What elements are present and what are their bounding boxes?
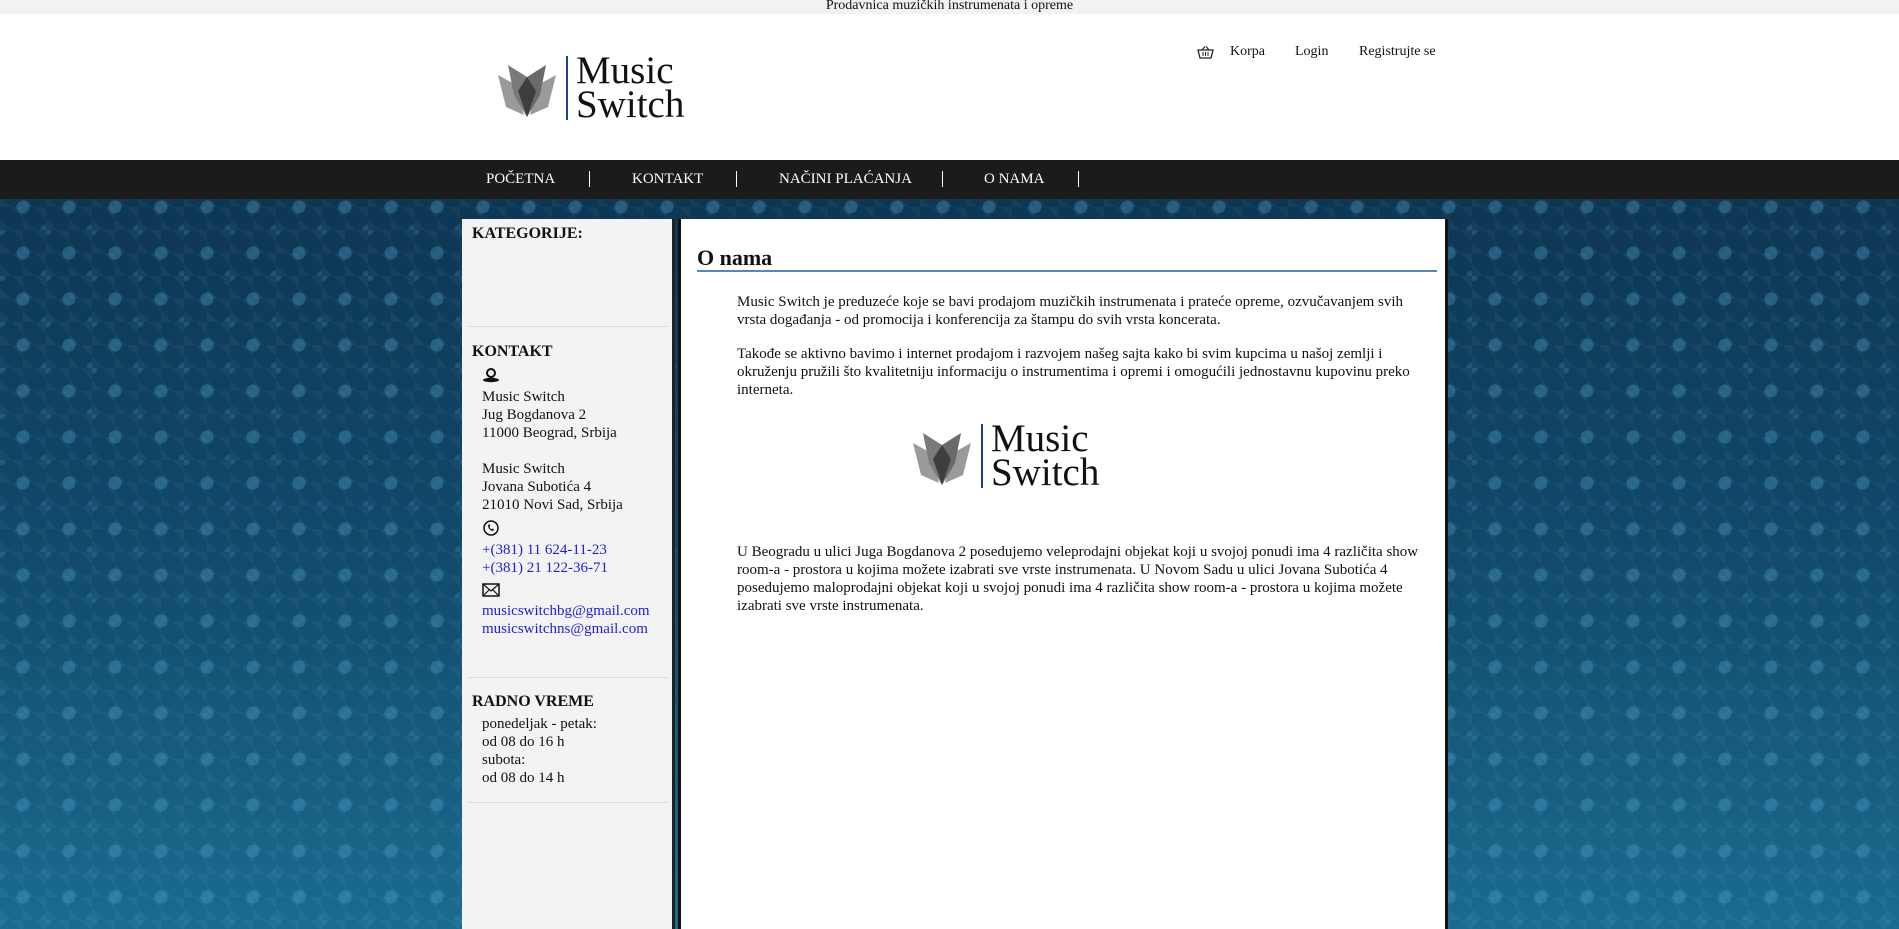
logo-line2: Switch — [991, 451, 1100, 494]
nav-separator — [736, 171, 737, 187]
envelope-icon — [482, 583, 500, 597]
nav-item-payment[interactable]: NAČINI PLAĆANJA — [779, 171, 912, 188]
main-nav: POČETNA KONTAKT NAČINI PLAĆANJA O NAMA — [0, 160, 1899, 199]
location-pin-icon — [483, 368, 499, 383]
logo-divider — [981, 424, 983, 488]
contact-title: KONTAKT — [472, 343, 553, 360]
hours-line: subota: — [482, 752, 526, 768]
categories-title: KATEGORIJE: — [472, 225, 583, 242]
nav-separator — [942, 171, 943, 187]
phone-icon — [483, 520, 499, 536]
content-logo: Music Switch — [909, 419, 1100, 494]
logo-text: Music Switch — [576, 51, 685, 126]
logo-text: Music Switch — [991, 419, 1100, 494]
contact-block: KONTAKT Music Switch Jug Bogdanova 2 110… — [472, 343, 668, 638]
page-title: O nama — [697, 245, 773, 270]
hours-line: od 08 do 14 h — [482, 770, 565, 786]
site-header: Music Switch Korpa Login Registrujte se — [0, 14, 1899, 160]
email-link[interactable]: musicswitchns@gmail.com — [482, 620, 668, 638]
nav-item-home[interactable]: POČETNA — [486, 171, 555, 188]
cart-link[interactable]: Korpa — [1230, 44, 1265, 60]
site-tagline: Prodavnica muzičkih instrumenata i oprem… — [825, 0, 1074, 13]
sidebar-divider — [468, 677, 668, 678]
main-content: O nama Music Switch je preduzeće koje se… — [678, 219, 1448, 929]
lotus-logo-icon — [498, 65, 556, 117]
title-underline — [697, 270, 1437, 272]
sidebar-divider — [468, 802, 668, 803]
address1-line: 11000 Beograd, Srbija — [482, 425, 617, 441]
sidebar-divider — [468, 326, 668, 327]
logo-divider — [566, 56, 568, 120]
about-paragraph-2: Takođe se aktivno bavimo i internet prod… — [737, 346, 1410, 398]
about-paragraph-1: Music Switch je preduzeće koje se bavi p… — [737, 294, 1404, 328]
nav-separator — [589, 171, 590, 187]
address2-line: Jovana Subotića 4 — [482, 479, 592, 495]
address2-line: 21010 Novi Sad, Srbija — [482, 497, 623, 513]
logo-line2: Switch — [576, 83, 685, 126]
site-logo[interactable]: Music Switch — [494, 51, 685, 126]
address2-line: Music Switch — [482, 461, 565, 477]
nav-item-contact[interactable]: KONTAKT — [632, 171, 703, 188]
email-link[interactable]: musicswitchbg@gmail.com — [482, 602, 668, 620]
about-paragraph-3: U Beogradu u ulici Juga Bogdanova 2 pose… — [737, 544, 1419, 614]
top-banner: Prodavnica muzičkih instrumenata i oprem… — [0, 0, 1899, 14]
hours-line: ponedeljak - petak: — [482, 716, 597, 732]
sidebar: KATEGORIJE: KONTAKT Music Switch Jug Bog… — [462, 219, 675, 929]
nav-separator — [1078, 171, 1079, 187]
phone-link[interactable]: +(381) 21 122-36-71 — [482, 559, 668, 577]
register-link[interactable]: Registrujte se — [1359, 44, 1436, 60]
lotus-logo-icon — [913, 433, 971, 485]
hours-title: RADNO VREME — [472, 693, 594, 710]
hours-block: RADNO VREME ponedeljak - petak: od 08 do… — [472, 693, 668, 787]
phone-link[interactable]: +(381) 11 624-11-23 — [482, 541, 668, 559]
basket-icon[interactable] — [1197, 46, 1214, 59]
address1-line: Jug Bogdanova 2 — [482, 407, 587, 423]
categories-block: KATEGORIJE: — [472, 225, 668, 243]
login-link[interactable]: Login — [1295, 44, 1328, 60]
address1-line: Music Switch — [482, 389, 565, 405]
nav-item-about[interactable]: O NAMA — [984, 171, 1044, 188]
hours-line: od 08 do 16 h — [482, 734, 565, 750]
